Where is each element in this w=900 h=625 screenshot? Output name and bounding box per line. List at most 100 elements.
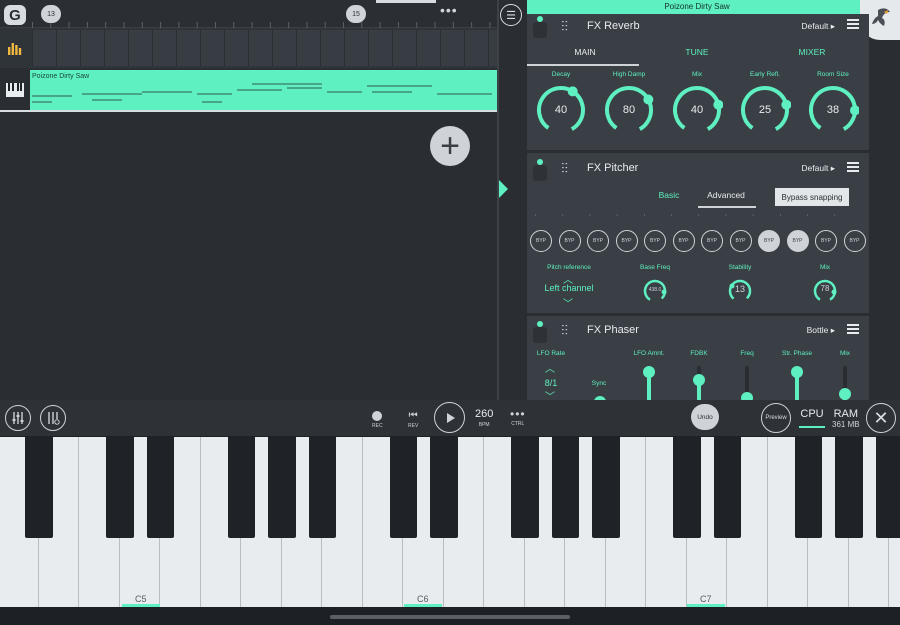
cpu-meter[interactable]: CPU	[799, 408, 825, 428]
bypass-toggle[interactable]: BYP	[729, 230, 752, 252]
record-button[interactable]: REC	[372, 411, 383, 429]
bypass-toggle[interactable]: BYP	[558, 230, 581, 252]
bypass-toggle[interactable]: BYP	[672, 230, 695, 252]
black-key[interactable]	[673, 437, 701, 538]
preset-selector[interactable]: Default ▸	[801, 163, 835, 174]
black-key[interactable]	[592, 437, 620, 538]
track-pattern-grid[interactable]	[32, 30, 497, 66]
mixer-levels-icon[interactable]	[0, 30, 30, 66]
bypass-toggle[interactable]: BYP	[615, 230, 638, 252]
tab-tune[interactable]: TUNE	[677, 47, 717, 57]
panel-divider[interactable]	[497, 0, 499, 400]
black-key[interactable]	[268, 437, 296, 538]
tab-basic[interactable]: Basic	[649, 190, 689, 200]
preset-selector[interactable]: Default ▸	[801, 21, 835, 32]
black-key[interactable]	[551, 437, 580, 538]
rewind-icon: ⏮	[408, 410, 418, 421]
bypass-toggle[interactable]: BYP	[587, 230, 609, 252]
slider-handle[interactable]	[839, 388, 851, 400]
bypass-toggle[interactable]: BYP	[758, 230, 780, 252]
tab-main-underline	[527, 64, 639, 66]
key-label-c5: C5	[135, 594, 147, 604]
slider-label: Freq	[740, 350, 754, 357]
knob-handle[interactable]	[567, 86, 578, 97]
timeline-marker[interactable]: 15	[346, 5, 366, 23]
fx-settings-icon[interactable]: ⫶⫶	[561, 18, 568, 35]
mix-label: Mix	[819, 264, 831, 271]
fx-reverb-panel: ⫶⫶ FX Reverb Default ▸ MAIN TUNE MIXER D…	[527, 14, 869, 150]
pitch-reference-value[interactable]: Left channel	[537, 283, 601, 293]
more-options-icon[interactable]: •••	[440, 2, 458, 18]
preview-button[interactable]: Preview	[761, 403, 791, 433]
expand-panel-icon[interactable]	[499, 180, 508, 198]
fx-menu-icon[interactable]	[847, 324, 859, 334]
ctrl-button[interactable]: ••• CTRL	[510, 408, 526, 427]
bypass-toggle[interactable]: BYP	[530, 230, 552, 252]
bypass-toggle[interactable]: BYP	[701, 230, 723, 252]
down-arrow-icon[interactable]: ﹀	[545, 388, 555, 400]
home-indicator[interactable]	[330, 615, 570, 619]
fx-phaser-panel: ⫶⫶ FX Phaser Bottle ▸ LFO Rate ︿ 8/1 ﹀ S…	[527, 316, 869, 400]
slider-handle[interactable]	[741, 392, 753, 400]
knob-value: 40	[690, 104, 704, 116]
magnet-snap-icon[interactable]: G	[4, 5, 26, 25]
tab-mixer[interactable]: MIXER	[792, 47, 832, 57]
black-key[interactable]	[227, 437, 256, 538]
bypass-toggle[interactable]: BYP	[644, 230, 666, 252]
fx-enable-toggle[interactable]	[533, 22, 547, 38]
up-arrow-icon[interactable]: ︿	[545, 360, 555, 375]
lfo-rate-value[interactable]: 8/1	[539, 378, 563, 388]
piano-instrument-icon[interactable]	[0, 70, 30, 110]
timeline-marker[interactable]: 13	[41, 5, 61, 23]
black-key[interactable]	[146, 437, 175, 538]
add-track-button[interactable]: +	[430, 126, 470, 166]
pitch-ruler	[535, 214, 861, 216]
bypass-snapping-tooltip: Bypass snapping	[775, 188, 849, 206]
key-marker	[687, 604, 725, 607]
black-key[interactable]	[875, 437, 900, 538]
black-key[interactable]	[389, 437, 418, 538]
channel-title: Poizone Dirty Saw	[527, 0, 867, 14]
bypass-toggle[interactable]: BYP	[815, 230, 837, 252]
fx-menu-icon[interactable]	[847, 162, 859, 172]
black-key[interactable]	[308, 437, 337, 538]
ram-meter[interactable]: RAM 361 MB	[832, 408, 860, 429]
black-key[interactable]	[511, 437, 539, 538]
tab-main[interactable]: MAIN	[565, 47, 605, 57]
slider-handle[interactable]	[693, 374, 705, 386]
fx-menu-icon[interactable]	[847, 19, 859, 29]
preset-selector[interactable]: Bottle ▸	[807, 325, 835, 336]
slider-handle[interactable]	[791, 366, 803, 378]
bypass-toggle[interactable]: BYP	[843, 230, 866, 252]
close-button[interactable]: ✕	[866, 403, 896, 433]
sync-label: Sync	[591, 380, 607, 387]
fx-pitcher-header: ⫶⫶ FX Pitcher Default ▸	[527, 153, 869, 181]
key-label-c6: C6	[417, 594, 429, 604]
black-key[interactable]	[835, 437, 863, 538]
black-key[interactable]	[794, 437, 823, 538]
knob-handle[interactable]	[643, 94, 654, 105]
menu-icon[interactable]: ☰	[500, 4, 522, 26]
bypass-toggle[interactable]: BYP	[786, 230, 809, 252]
fx-settings-icon[interactable]: ⫶⫶	[561, 160, 568, 177]
black-key[interactable]	[430, 437, 458, 538]
play-button[interactable]	[434, 402, 465, 433]
bpm-control[interactable]: 260 BPM	[475, 408, 493, 428]
preset-name: Bottle	[806, 325, 829, 335]
fx-settings-icon[interactable]: ⫶⫶	[561, 322, 568, 339]
fx-enable-toggle[interactable]	[533, 165, 547, 181]
black-key[interactable]	[713, 437, 742, 538]
rewind-button[interactable]: ⏮ REV	[408, 410, 418, 429]
slider-handle[interactable]	[643, 366, 655, 378]
down-arrow-icon[interactable]: ﹀	[563, 295, 573, 310]
track-name: Poizone Dirty Saw	[32, 73, 90, 80]
mixer-icon[interactable]	[5, 405, 31, 431]
channel-settings-icon[interactable]	[40, 405, 66, 431]
fx-enable-toggle[interactable]	[533, 327, 547, 343]
black-key[interactable]	[25, 437, 53, 538]
undo-button[interactable]: Undo	[691, 404, 719, 430]
tab-advanced[interactable]: Advanced	[703, 190, 749, 200]
black-key[interactable]	[106, 437, 134, 538]
slider-label: Mix	[839, 350, 851, 357]
loop-range-bar[interactable]	[376, 0, 436, 3]
